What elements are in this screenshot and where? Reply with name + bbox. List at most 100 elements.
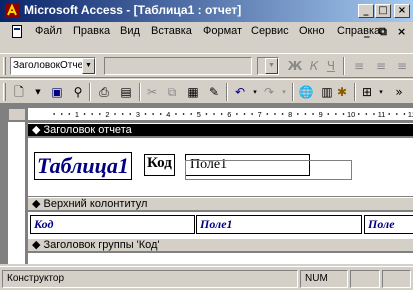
doc-minimize-button[interactable]: _ — [364, 25, 370, 38]
status-resize-grip[interactable] — [382, 270, 411, 288]
bold-icon[interactable]: Ж — [286, 57, 304, 75]
ruler-tick — [342, 113, 345, 115]
kod-label[interactable]: Код — [144, 154, 175, 176]
section-report-header[interactable]: ◆ Заголовок отчета — [28, 123, 413, 137]
status-bar: Конструктор NUM — [0, 266, 413, 290]
ruler-corner[interactable] — [8, 108, 26, 121]
align-right-icon[interactable]: ≡ — [393, 57, 411, 75]
ruler-tick — [152, 113, 154, 115]
toolbar-separator — [354, 83, 356, 101]
maximize-button[interactable]: □ — [375, 4, 391, 18]
align-left-icon[interactable]: ≡ — [350, 57, 368, 75]
minimize-button[interactable]: _ — [358, 4, 374, 18]
ruler-tick — [68, 113, 71, 115]
object-combo-value: ЗаголовокОтче — [13, 60, 84, 71]
ruler-tick — [91, 113, 94, 115]
print-preview-icon[interactable]: ▤ — [117, 83, 135, 101]
chevron-down-icon[interactable]: ▼ — [29, 83, 47, 101]
menu-file[interactable]: Файл — [35, 25, 62, 37]
underline-icon[interactable]: Ч — [322, 57, 340, 75]
ruler-tick — [365, 113, 368, 115]
section-report-header-label: Заголовок отчета — [43, 124, 132, 136]
ruler-mark-label: 12 — [408, 110, 413, 119]
print-icon[interactable]: ⎙ — [95, 83, 113, 101]
ruler-tick — [213, 113, 215, 115]
chevron-down-icon[interactable]: ▾ — [275, 83, 293, 101]
ruler-tick — [327, 113, 330, 115]
menu-edit[interactable]: Правка — [73, 25, 110, 37]
ruler-mark-label: 8 — [288, 110, 292, 119]
toolbar-grip[interactable] — [3, 57, 6, 75]
ruler-tick — [159, 113, 162, 115]
ruler-tick — [182, 113, 185, 115]
column-pole-label[interactable]: Поле — [364, 215, 413, 234]
horizontal-ruler: 123456789101112 — [28, 108, 413, 121]
ruler-mark-label: 6 — [227, 110, 231, 119]
doc-restore-button[interactable]: ⧉ — [379, 25, 387, 39]
section-pointer-icon: ◆ — [32, 239, 44, 251]
section-page-header[interactable]: ◆ Верхний колонтитул — [28, 197, 413, 211]
ruler-tick — [236, 113, 238, 115]
ruler-tick — [312, 113, 314, 115]
section-pointer-icon: ◆ — [32, 124, 44, 136]
doc-close-button[interactable]: × — [397, 25, 406, 38]
ruler-tick — [251, 113, 253, 115]
ruler-mark-label: 5 — [197, 110, 201, 119]
menu-insert[interactable]: Вставка — [151, 25, 192, 37]
title-bar[interactable]: Microsoft Access - [Таблица1 : отчет] _ … — [0, 0, 413, 22]
menu-view[interactable]: Вид — [120, 25, 140, 37]
report-header-body[interactable]: Таблица1 Код Поле1 — [28, 138, 413, 196]
menu-help[interactable]: Справка — [337, 25, 380, 37]
ruler-tick — [175, 113, 177, 115]
cut-icon[interactable]: ✂ — [143, 83, 161, 101]
column-pole1-label[interactable]: Поле1 — [196, 215, 362, 234]
format-painter-icon[interactable]: ✎ — [205, 83, 223, 101]
ruler-mark-label: 10 — [347, 110, 355, 119]
hyperlink-icon[interactable]: 🌐 — [297, 83, 315, 101]
save-icon[interactable]: ▣ — [48, 83, 66, 101]
menu-window[interactable]: Окно — [299, 25, 325, 37]
ruler-tick — [373, 113, 375, 115]
access-key-icon[interactable] — [4, 3, 20, 19]
ruler-tick — [304, 113, 307, 115]
ruler-tick — [335, 113, 337, 115]
chevron-down-icon[interactable]: ▼ — [265, 58, 278, 74]
more-icon[interactable]: » — [390, 83, 408, 101]
menu-tools[interactable]: Сервис — [251, 25, 289, 37]
align-center-icon[interactable]: ≡ — [372, 57, 390, 75]
status-num: NUM — [300, 270, 348, 288]
toolbox-icon[interactable]: ✱ — [333, 83, 351, 101]
status-mode: Конструктор — [2, 270, 298, 288]
section-pointer-icon: ◆ — [32, 198, 44, 210]
report-title-label[interactable]: Таблица1 — [34, 152, 132, 180]
column-kod-label[interactable]: Код — [30, 215, 195, 234]
group-header-body[interactable] — [28, 253, 413, 264]
ruler-tick — [296, 113, 299, 115]
search-icon[interactable]: ⚲ — [69, 83, 87, 101]
toolbar-grip[interactable] — [3, 83, 6, 101]
copy-icon[interactable]: ⧉ — [163, 83, 181, 101]
ruler-tick — [121, 113, 124, 115]
document-icon[interactable] — [12, 25, 22, 38]
vertical-ruler — [8, 122, 26, 264]
chevron-down-icon[interactable]: ▾ — [372, 83, 390, 101]
menu-format[interactable]: Формат — [203, 25, 242, 37]
paste-icon[interactable]: ▦ — [184, 83, 202, 101]
close-button[interactable]: × — [394, 4, 410, 18]
view-icon[interactable]: 🗋 — [10, 83, 28, 101]
ruler-tick — [388, 113, 391, 115]
italic-icon[interactable]: К — [305, 57, 323, 75]
ruler-tick — [266, 113, 269, 115]
font-size-combo[interactable]: ▼ — [257, 57, 279, 75]
object-combo[interactable]: ЗаголовокОтче ▼ — [10, 57, 96, 75]
toolbar-separator — [89, 83, 91, 101]
ruler-tick — [403, 113, 406, 115]
page-header-body[interactable]: Код Поле1 Поле — [28, 212, 413, 238]
formatting-toolbar: ЗаголовокОтче ▼ ▼ Ж К Ч ≡ ≡ ≡ — [0, 53, 413, 78]
ruler-tick — [98, 113, 101, 115]
ruler-mark-label: 11 — [378, 110, 386, 119]
chevron-down-icon[interactable]: ▼ — [82, 58, 95, 74]
section-group-header[interactable]: ◆ Заголовок группы 'Код' — [28, 238, 413, 252]
font-combo[interactable] — [104, 57, 252, 75]
ruler-tick — [53, 113, 55, 115]
